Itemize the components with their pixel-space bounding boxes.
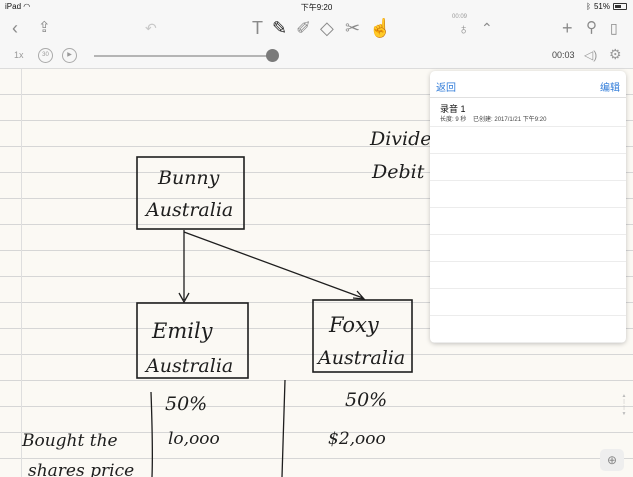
- empty-row: [430, 127, 626, 154]
- zoom-button[interactable]: ⊕: [600, 449, 624, 471]
- arrow-to-emily: [178, 230, 190, 304]
- amount-left: lo,ooo: [168, 429, 220, 449]
- box2-line1: Emily: [151, 319, 214, 343]
- left-text-line1: Bought the: [21, 431, 118, 451]
- length-label: 长度:: [440, 117, 454, 123]
- box3-line1: Foxy: [328, 313, 380, 337]
- left-text-line2: shares price: [28, 461, 134, 477]
- length-value: 9 秒: [455, 117, 467, 123]
- created-value: 2017/1/21 下午9:20: [494, 117, 547, 123]
- edit-button[interactable]: 编辑: [600, 79, 620, 94]
- created-label: 已创建:: [473, 117, 493, 123]
- recordings-panel-header: 返回 编辑: [430, 71, 626, 98]
- empty-row: [430, 181, 626, 208]
- top-right-line2: Debit: [371, 161, 425, 183]
- amount-right: $2,ooo: [328, 429, 386, 449]
- empty-row: [430, 289, 626, 316]
- empty-row: [430, 208, 626, 235]
- recordings-panel: 返回 编辑 录音 1 长度: 9 秒 已创建: 2017/1/21 下午9:20: [430, 71, 626, 343]
- percent-right: 50%: [345, 389, 387, 411]
- recording-item[interactable]: 录音 1 长度: 9 秒 已创建: 2017/1/21 下午9:20: [430, 98, 626, 127]
- magnifier-icon: ⊕: [606, 453, 618, 467]
- recording-meta: 长度: 9 秒 已创建: 2017/1/21 下午9:20: [440, 114, 546, 123]
- column-line-right: [281, 379, 286, 477]
- arrow-to-foxy: [183, 231, 366, 300]
- empty-row: [430, 262, 626, 289]
- percent-left: 50%: [165, 393, 207, 415]
- empty-row: [430, 316, 626, 343]
- box1-line1: Bunny: [157, 167, 220, 189]
- box3-line2: Australia: [316, 347, 405, 369]
- box1-line2: Australia: [144, 199, 233, 221]
- back-button[interactable]: 返回: [436, 79, 456, 94]
- empty-row: [430, 154, 626, 181]
- page-scroll-indicator[interactable]: ▲ | | ▼: [619, 393, 629, 429]
- box2-line2: Australia: [144, 355, 233, 377]
- empty-row: [430, 235, 626, 262]
- column-line-left: [150, 391, 154, 477]
